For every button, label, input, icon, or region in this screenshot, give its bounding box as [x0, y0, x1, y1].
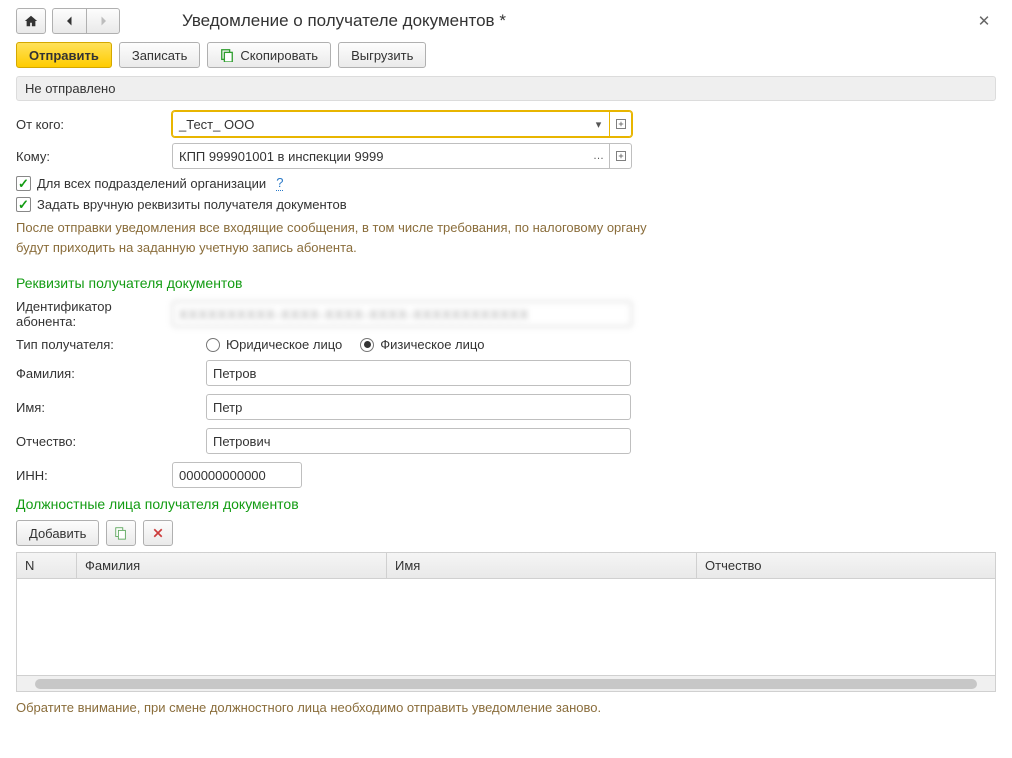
close-button[interactable]: ✕ — [972, 9, 996, 33]
th-n[interactable]: N — [17, 553, 77, 578]
radio-person-label: Физическое лицо — [380, 337, 484, 352]
arrow-right-icon — [97, 15, 109, 27]
copy-icon — [220, 48, 234, 62]
recipient-type-label: Тип получателя: — [16, 337, 206, 352]
ellipsis-icon: … — [593, 150, 604, 162]
from-open-button[interactable] — [610, 111, 632, 137]
duplicate-icon — [114, 526, 128, 540]
open-icon — [615, 118, 627, 130]
section-officials-title: Должностные лица получателя документов — [16, 496, 996, 512]
recipient-type-legal[interactable]: Юридическое лицо — [206, 337, 342, 352]
th-surname[interactable]: Фамилия — [77, 553, 387, 578]
status-bar: Не отправлено — [16, 76, 996, 101]
radio-legal[interactable] — [206, 338, 220, 352]
to-open-button[interactable] — [610, 143, 632, 169]
copy-button[interactable]: Скопировать — [207, 42, 331, 68]
manual-requisites-label: Задать вручную реквизиты получателя доку… — [37, 197, 347, 212]
delete-icon — [152, 527, 164, 539]
footer-note: Обратите внимание, при смене должностног… — [16, 700, 996, 715]
surname-field[interactable] — [206, 360, 631, 386]
export-button[interactable]: Выгрузить — [338, 42, 426, 68]
scrollbar-thumb[interactable] — [35, 679, 977, 689]
duplicate-row-button[interactable] — [106, 520, 136, 546]
to-value[interactable]: КПП 999901001 в инспекции 9999 — [172, 143, 588, 169]
add-row-button[interactable]: Добавить — [16, 520, 99, 546]
page-title: Уведомление о получателе документов * — [132, 11, 972, 31]
close-icon: ✕ — [978, 12, 991, 30]
all-subdivisions-label: Для всех подразделений организации — [37, 176, 266, 191]
recipient-type-person[interactable]: Физическое лицо — [360, 337, 484, 352]
patronymic-label: Отчество: — [16, 434, 206, 449]
officials-table: N Фамилия Имя Отчество — [16, 552, 996, 692]
to-select-button[interactable]: … — [588, 143, 610, 169]
home-icon — [24, 14, 38, 28]
abonent-id-field[interactable] — [172, 301, 632, 327]
th-patronymic[interactable]: Отчество — [697, 553, 995, 578]
manual-requisites-checkbox[interactable] — [16, 197, 31, 212]
table-hscrollbar[interactable] — [17, 675, 995, 691]
to-label: Кому: — [16, 149, 172, 164]
home-button[interactable] — [16, 8, 46, 34]
from-field[interactable]: _Тест_ ООО ▾ — [172, 111, 632, 137]
from-dropdown-button[interactable]: ▾ — [588, 111, 610, 137]
forward-button[interactable] — [86, 8, 120, 34]
section-recipient-title: Реквизиты получателя документов — [16, 275, 996, 291]
th-name[interactable]: Имя — [387, 553, 697, 578]
send-button[interactable]: Отправить — [16, 42, 112, 68]
patronymic-field[interactable] — [206, 428, 631, 454]
copy-label: Скопировать — [240, 48, 318, 63]
to-field[interactable]: КПП 999901001 в инспекции 9999 … — [172, 143, 632, 169]
delete-row-button[interactable] — [143, 520, 173, 546]
radio-legal-label: Юридическое лицо — [226, 337, 342, 352]
radio-person[interactable] — [360, 338, 374, 352]
hint-text: После отправки уведомления все входящие … — [16, 218, 656, 257]
open-icon — [615, 150, 627, 162]
abonent-id-label: Идентификатор абонента: — [16, 299, 172, 329]
arrow-left-icon — [64, 15, 76, 27]
back-button[interactable] — [52, 8, 86, 34]
from-value[interactable]: _Тест_ ООО — [172, 111, 588, 137]
surname-label: Фамилия: — [16, 366, 206, 381]
from-label: От кого: — [16, 117, 172, 132]
name-field[interactable] — [206, 394, 631, 420]
save-button[interactable]: Записать — [119, 42, 201, 68]
caret-down-icon: ▾ — [596, 118, 602, 131]
all-subdivisions-checkbox[interactable] — [16, 176, 31, 191]
inn-field[interactable] — [172, 462, 302, 488]
inn-label: ИНН: — [16, 468, 172, 483]
name-label: Имя: — [16, 400, 206, 415]
table-body[interactable] — [17, 579, 995, 675]
help-link[interactable]: ? — [276, 175, 283, 191]
